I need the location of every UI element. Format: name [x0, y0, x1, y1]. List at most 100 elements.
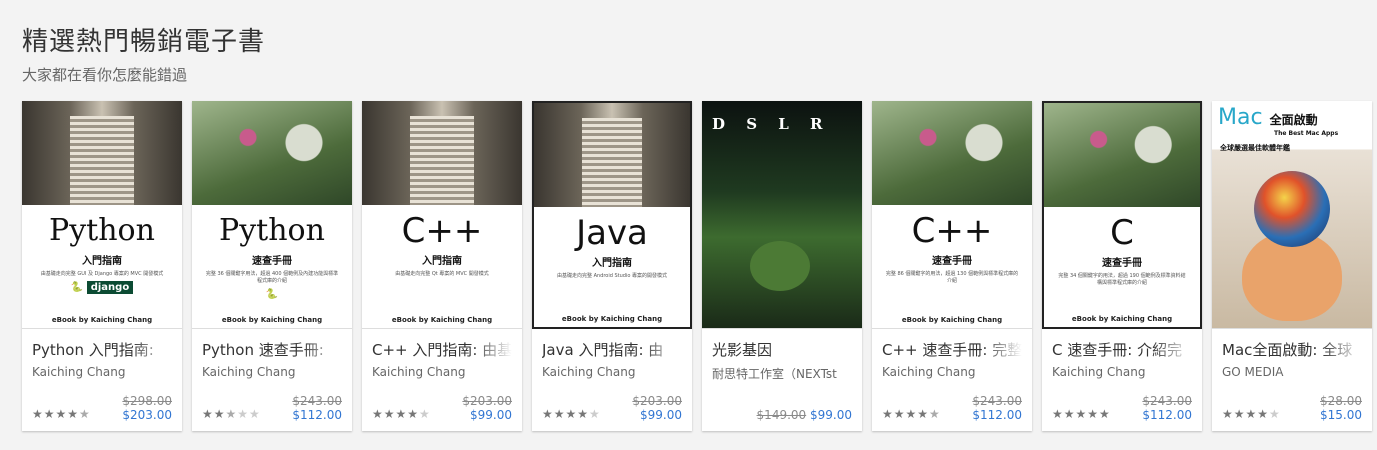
- book-cover[interactable]: Java 入門指南 由基礎走向完整 Android Studio 專案的開發模式…: [532, 101, 692, 329]
- cover-text-area: C 速查手冊 完整 34 個關鍵字的用法，超過 190 個範例及標準資料結構與標…: [1044, 207, 1200, 327]
- cover-blurb: 由基礎走向完整 Qt 專案的 MVC 開發模式: [395, 271, 489, 277]
- cover-photo: [534, 103, 690, 207]
- cover-photo: [22, 101, 182, 205]
- section-title[interactable]: 精選熱門暢銷電子書: [22, 24, 265, 60]
- book-title[interactable]: Python 速查手冊:: [202, 339, 342, 360]
- cover-text-area: C++ 速查手冊 完整 86 個關鍵字的用法，超過 130 個範例與標準程式庫的…: [872, 205, 1032, 328]
- book-author[interactable]: Kaiching Chang: [202, 365, 342, 379]
- star-rating: ★★★★★: [882, 407, 941, 421]
- book-author[interactable]: GO MEDIA: [1222, 365, 1362, 379]
- book-card-mac[interactable]: Mac 全面啟動 The Best Mac Apps 全球嚴選最佳軟體年鑑 Ma…: [1212, 101, 1372, 431]
- price-block[interactable]: $298.00 $203.00: [122, 394, 172, 422]
- book-cover[interactable]: Python 入門指南 由基礎走向完整 GUI 及 Django 專案的 MVC…: [22, 101, 182, 329]
- section-header: 精選熱門暢銷電子書 大家都在看你怎麼能錯過: [22, 24, 265, 85]
- original-price: $203.00: [632, 394, 682, 408]
- price-block[interactable]: $243.00 $112.00: [292, 394, 342, 422]
- python-logo-icon: 🐍: [70, 282, 84, 293]
- cover-photo: [362, 101, 522, 205]
- book-title[interactable]: Python 入門指南:: [32, 339, 172, 360]
- book-cover[interactable]: D S L R: [702, 101, 862, 329]
- book-title[interactable]: Java 入門指南: 由: [542, 339, 682, 360]
- sale-price: $99.00: [640, 408, 682, 422]
- original-price: $203.00: [462, 394, 512, 408]
- price-block[interactable]: $28.00 $15.00: [1320, 394, 1362, 422]
- sale-price: $112.00: [972, 408, 1022, 422]
- sale-price: $99.00: [810, 408, 852, 422]
- cover-title: Python: [219, 213, 325, 248]
- cover-subtitle: 入門指南: [82, 256, 122, 267]
- book-cover[interactable]: C++ 速查手冊 完整 86 個關鍵字的用法，超過 130 個範例與標準程式庫的…: [872, 101, 1032, 329]
- cover-text-area: Python 速查手冊 完整 36 個關鍵字用法，超過 400 個範例及內建功能…: [192, 205, 352, 328]
- book-title[interactable]: Mac全面啟動: 全球: [1222, 339, 1362, 360]
- book-card-cpp-guide[interactable]: C++ 入門指南 由基礎走向完整 Qt 專案的 MVC 開發模式 eBook b…: [362, 101, 522, 431]
- book-title[interactable]: C 速查手冊: 介紹完: [1052, 339, 1192, 360]
- original-price: $298.00: [122, 394, 172, 408]
- book-author[interactable]: Kaiching Chang: [32, 365, 172, 379]
- book-card-cpp-quickref[interactable]: C++ 速查手冊 完整 86 個關鍵字的用法，超過 130 個範例與標準程式庫的…: [872, 101, 1032, 431]
- book-title[interactable]: C++ 速查手冊: 完整: [882, 339, 1022, 360]
- original-price: $28.00: [1320, 394, 1362, 408]
- django-logo: django: [86, 281, 134, 294]
- book-author[interactable]: 耐思特工作室（NEXTst: [712, 365, 852, 382]
- cover-subtitle: 速查手冊: [932, 256, 972, 267]
- book-author[interactable]: Kaiching Chang: [1052, 365, 1192, 379]
- cover-title: Python: [49, 213, 155, 248]
- star-rating: ★★★★★: [372, 407, 431, 421]
- star-rating: ★★★★★: [202, 407, 261, 421]
- price-block[interactable]: $203.00 $99.00: [632, 394, 682, 422]
- section-subtitle: 大家都在看你怎麼能錯過: [22, 66, 188, 84]
- book-cover[interactable]: C 速查手冊 完整 34 個關鍵字的用法，超過 190 個範例及標準資料結構與標…: [1042, 101, 1202, 329]
- sale-price: $99.00: [470, 408, 512, 422]
- cover-byline: eBook by Kaiching Chang: [221, 316, 323, 324]
- original-price: $149.00: [756, 408, 807, 422]
- sale-price: $112.00: [292, 408, 342, 422]
- cover-title: C++: [401, 211, 483, 251]
- book-cover[interactable]: Mac 全面啟動 The Best Mac Apps 全球嚴選最佳軟體年鑑: [1212, 101, 1372, 329]
- cover-blurb: 由基礎走向完整 GUI 及 Django 專案的 MVC 開發模式: [40, 271, 164, 277]
- book-card-c-quickref[interactable]: C 速查手冊 完整 34 個關鍵字的用法，超過 190 個範例及標準資料結構與標…: [1042, 101, 1202, 431]
- cover-title: C: [1110, 213, 1134, 253]
- cover-subtitle: 速查手冊: [252, 256, 292, 267]
- price-block[interactable]: $243.00 $112.00: [972, 394, 1022, 422]
- price-block[interactable]: $243.00 $112.00: [1142, 394, 1192, 422]
- cover-blurb: 全球嚴選最佳軟體年鑑: [1220, 144, 1290, 152]
- book-card-python-quickref[interactable]: Python 速查手冊 完整 36 個關鍵字用法，超過 400 個範例及內建功能…: [192, 101, 352, 431]
- book-title[interactable]: C++ 入門指南: 由基: [372, 339, 512, 360]
- cover-text-area: Java 入門指南 由基礎走向完整 Android Studio 專案的開發模式…: [534, 207, 690, 327]
- cover-text-area: C++ 入門指南 由基礎走向完整 Qt 專案的 MVC 開發模式 eBook b…: [362, 205, 522, 328]
- cover-photo: [192, 101, 352, 205]
- cover-byline: eBook by Kaiching Chang: [391, 316, 493, 324]
- book-cover[interactable]: C++ 入門指南 由基礎走向完整 Qt 專案的 MVC 開發模式 eBook b…: [362, 101, 522, 329]
- book-author[interactable]: Kaiching Chang: [882, 365, 1022, 379]
- book-card-java-guide[interactable]: Java 入門指南 由基礎走向完整 Android Studio 專案的開發模式…: [532, 101, 692, 431]
- star-rating: ★★★★★: [542, 407, 601, 421]
- cover-tagline: The Best Mac Apps: [1274, 130, 1339, 137]
- book-author[interactable]: Kaiching Chang: [372, 365, 512, 379]
- price-block[interactable]: $203.00 $99.00: [462, 394, 512, 422]
- cover-title: C++: [911, 211, 993, 251]
- book-title[interactable]: 光影基因: [712, 339, 852, 360]
- book-card-light-gene[interactable]: D S L R 光影基因 耐思特工作室（NEXTst $149.00 $99.0…: [702, 101, 862, 431]
- cover-subtitle: 入門指南: [592, 258, 632, 269]
- original-price: $243.00: [1142, 394, 1192, 408]
- cover-title: D S L R: [712, 115, 831, 133]
- cover-logos: 🐍 django: [22, 281, 182, 294]
- cover-blurb: 完整 86 個關鍵字的用法，超過 130 個範例與標準程式庫的介紹: [885, 271, 1019, 284]
- cover-globe-image: [1254, 171, 1330, 247]
- cover-text-area: Python 入門指南 由基礎走向完整 GUI 及 Django 專案的 MVC…: [22, 205, 182, 328]
- book-author[interactable]: Kaiching Chang: [542, 365, 682, 379]
- book-carousel: Python 入門指南 由基礎走向完整 GUI 及 Django 專案的 MVC…: [22, 101, 1377, 431]
- cover-photo: [872, 101, 1032, 205]
- cover-byline: eBook by Kaiching Chang: [51, 316, 153, 324]
- book-card-python-guide[interactable]: Python 入門指南 由基礎走向完整 GUI 及 Django 專案的 MVC…: [22, 101, 182, 431]
- cover-byline: eBook by Kaiching Chang: [901, 316, 1003, 324]
- cover-blurb: 完整 34 個關鍵字的用法，超過 190 個範例及標準資料結構與標準程式庫的介紹: [1058, 273, 1186, 286]
- cover-title: Mac 全面啟動: [1218, 105, 1318, 130]
- cover-subtitle: 速查手冊: [1102, 258, 1142, 269]
- cover-blurb: 由基礎走向完整 Android Studio 專案的開發模式: [556, 273, 668, 279]
- sale-price: $15.00: [1320, 408, 1362, 422]
- python-logo-icon: 🐍: [265, 289, 279, 300]
- book-cover[interactable]: Python 速查手冊 完整 36 個關鍵字用法，超過 400 個範例及內建功能…: [192, 101, 352, 329]
- cover-subtitle: 入門指南: [422, 256, 462, 267]
- price-block[interactable]: $149.00 $99.00: [757, 408, 852, 422]
